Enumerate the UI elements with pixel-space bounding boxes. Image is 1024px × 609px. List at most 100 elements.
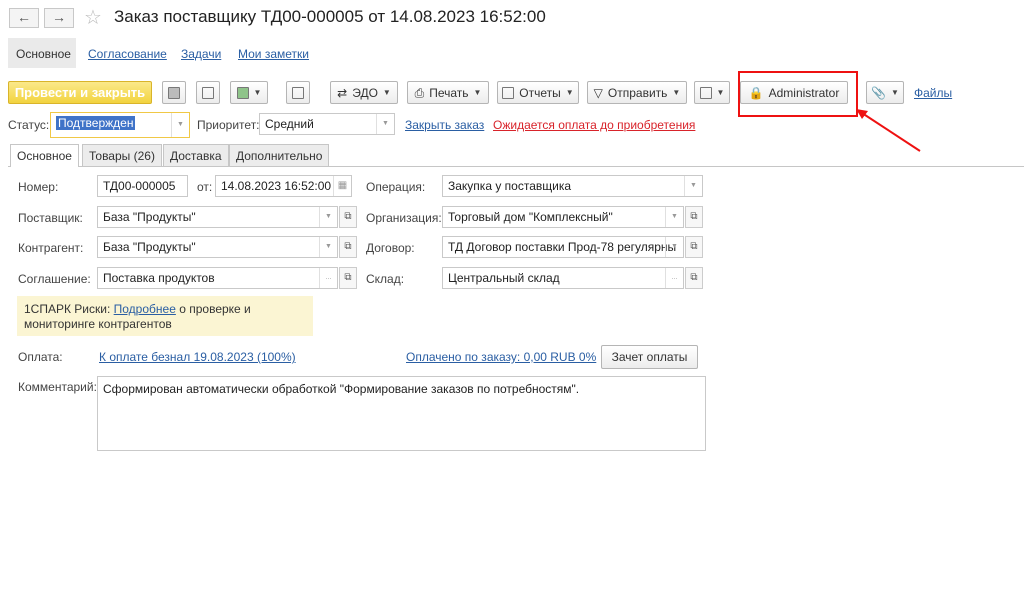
copy-icon	[236, 86, 249, 99]
number-label: Номер:	[18, 180, 59, 194]
open-icon[interactable]: ⧉	[685, 236, 703, 258]
supplier-field[interactable]: База "Продукты" ▼	[97, 206, 338, 228]
chevron-down-icon: ▼	[665, 207, 683, 227]
forward-button[interactable]: →	[44, 8, 74, 28]
payment-link[interactable]: К оплате безнал 19.08.2023 (100%)	[99, 350, 296, 364]
send-icon: ▽	[593, 85, 603, 100]
number-field[interactable]: ТД00-000005	[97, 175, 188, 197]
open-icon[interactable]: ⧉	[339, 236, 357, 258]
chevron-down-icon: ▼	[891, 87, 899, 97]
agreement-label: Соглашение:	[18, 272, 91, 286]
tab-form-delivery[interactable]: Доставка	[163, 144, 229, 166]
open-icon[interactable]: ⧉	[685, 267, 703, 289]
spark-text-1: о проверке и	[179, 302, 251, 316]
spark-line-1: 1СПАРК Риски: Подробнее о проверке и	[24, 302, 306, 317]
agreement-value: Поставка продуктов	[103, 271, 215, 285]
ellipsis-icon[interactable]: ...	[319, 268, 337, 288]
counterparty-field[interactable]: База "Продукты" ▼	[97, 236, 338, 258]
operation-label: Операция:	[366, 180, 426, 194]
close-order-link[interactable]: Закрыть заказ	[405, 118, 484, 132]
post-and-close-button[interactable]: Провести и закрыть	[8, 81, 152, 104]
warehouse-label: Склад:	[366, 272, 405, 286]
paperclip-icon: 📎	[871, 85, 887, 100]
attachments-button[interactable]: ▼	[694, 81, 730, 104]
tab-form-main[interactable]: Основное	[10, 144, 79, 167]
supplier-value: База "Продукты"	[103, 210, 196, 224]
contract-label: Договор:	[366, 241, 415, 255]
send-button[interactable]: ▽ Отправить ▼	[587, 81, 687, 104]
operation-select[interactable]: Закупка у поставщика ▼	[442, 175, 703, 197]
printer-icon: ⎙	[414, 85, 425, 100]
print-button[interactable]: ⎙ Печать ▼	[407, 81, 489, 104]
tab-form-goods[interactable]: Товары (26)	[82, 144, 162, 166]
date-field[interactable]: 14.08.2023 16:52:00 ▦	[215, 175, 352, 197]
red-arrow	[856, 109, 921, 152]
counterparty-value: База "Продукты"	[103, 240, 196, 254]
structure-button[interactable]: ▼	[230, 81, 268, 104]
paperclip-button[interactable]: 📎 ▼	[866, 81, 904, 104]
agreement-field[interactable]: Поставка продуктов ...	[97, 267, 338, 289]
tab-tasks[interactable]: Задачи	[181, 47, 221, 61]
warehouse-value: Центральный склад	[448, 271, 560, 285]
counterparty-label: Контрагент:	[18, 241, 84, 255]
tab-my-notes[interactable]: Мои заметки	[238, 47, 309, 61]
tab-divider	[8, 166, 1024, 167]
paid-link[interactable]: Оплачено по заказу: 0,00 RUB 0%	[406, 350, 596, 364]
priority-label: Приоритет:	[197, 118, 260, 132]
tab-main[interactable]: Основное	[8, 38, 76, 68]
priority-select[interactable]: Средний ▼	[259, 113, 395, 135]
edo-label: ЭДО	[352, 85, 378, 100]
reports-label: Отчеты	[519, 85, 561, 100]
arrow-left-icon: ←	[17, 9, 31, 25]
ellipsis-icon[interactable]: ...	[665, 268, 683, 288]
awaiting-payment-link[interactable]: Ожидается оплата до приобретения	[493, 118, 695, 132]
open-icon[interactable]: ⧉	[339, 206, 357, 228]
chevron-down-icon: ▼	[665, 237, 683, 257]
chevron-down-icon: ▼	[376, 114, 394, 134]
chevron-down-icon: ▼	[565, 87, 574, 97]
report-icon	[502, 86, 515, 99]
payment-label: Оплата:	[18, 350, 63, 364]
comment-textarea[interactable]: Сформирован автоматически обработкой "Фо…	[97, 376, 706, 451]
highlight-box	[738, 71, 858, 117]
chevron-down-icon: ▼	[672, 87, 681, 97]
window-title: Заказ поставщику ТД00-000005 от 14.08.20…	[114, 7, 546, 26]
warehouse-field[interactable]: Центральный склад ...	[442, 267, 684, 289]
print-label: Печать	[429, 85, 469, 100]
open-icon[interactable]: ⧉	[339, 267, 357, 289]
comment-label: Комментарий:	[18, 380, 97, 394]
date-from-label: от:	[197, 180, 213, 194]
chevron-down-icon: ▼	[473, 87, 482, 97]
files-link[interactable]: Файлы	[914, 86, 952, 100]
edo-button[interactable]: ⇄ ЭДО ▼	[330, 81, 398, 104]
send-label: Отправить	[607, 85, 668, 100]
organization-value: Торговый дом "Комплексный"	[448, 210, 613, 224]
contract-value: ТД Договор поставки Прод-78 регулярны	[448, 240, 677, 254]
organization-field[interactable]: Торговый дом "Комплексный" ▼	[442, 206, 684, 228]
tab-form-additional[interactable]: Дополнительно	[229, 144, 330, 166]
chevron-down-icon: ▼	[253, 87, 262, 97]
clipboard-icon	[699, 86, 712, 99]
list-icon	[292, 86, 304, 99]
tab-approval[interactable]: Согласование	[88, 47, 167, 61]
post-button[interactable]	[162, 81, 186, 104]
spark-more-link[interactable]: Подробнее	[114, 302, 176, 316]
list-button[interactable]	[286, 81, 310, 104]
reports-button[interactable]: Отчеты ▼	[497, 81, 579, 104]
status-select[interactable]: Подтвержден ▼	[50, 112, 190, 138]
calendar-icon[interactable]: ▦	[333, 176, 351, 196]
star-icon[interactable]: ☆	[84, 5, 102, 30]
arrow-right-icon: →	[52, 9, 66, 25]
spark-text-2: мониторинге контрагентов	[24, 317, 172, 331]
spark-prefix: 1СПАРК Риски:	[24, 302, 111, 316]
open-icon[interactable]: ⧉	[685, 206, 703, 228]
chevron-down-icon: ▼	[382, 87, 391, 97]
contract-field[interactable]: ТД Договор поставки Прод-78 регулярны ▼	[442, 236, 684, 258]
create-based-button[interactable]	[196, 81, 220, 104]
chevron-down-icon: ▼	[319, 207, 337, 227]
status-value: Подтвержден	[56, 116, 136, 130]
back-button[interactable]: ←	[9, 8, 39, 28]
operation-value: Закупка у поставщика	[448, 179, 572, 193]
chevron-down-icon: ▼	[716, 87, 725, 97]
payment-offset-button[interactable]: Зачет оплаты	[601, 345, 698, 369]
